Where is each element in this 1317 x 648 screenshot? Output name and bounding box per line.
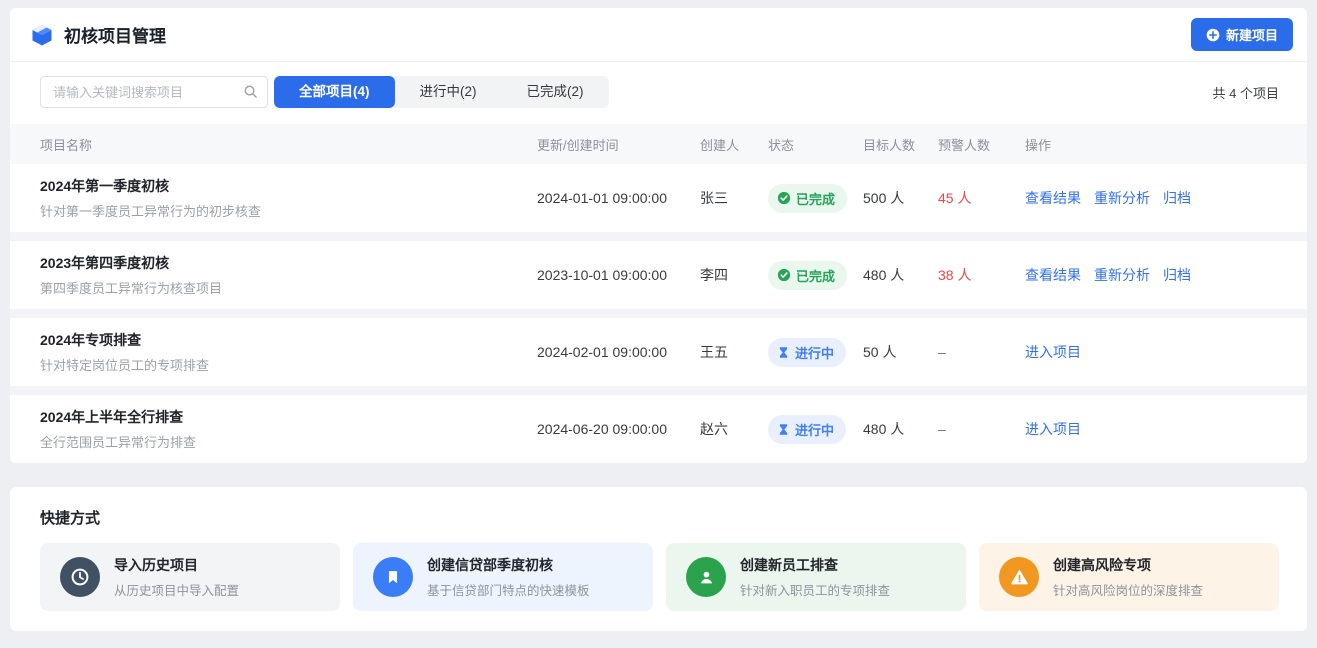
project-description: 针对第一季度员工异常行为的初步核查: [40, 201, 537, 220]
status-badge: 已完成: [768, 184, 847, 213]
project-name: 2024年第一季度初核: [40, 176, 537, 196]
project-creator: 张三: [700, 188, 768, 208]
project-creator: 李四: [700, 265, 768, 285]
shortcut-import-history[interactable]: 导入历史项目 从历史项目中导入配置: [40, 543, 340, 611]
bookmark-icon: [373, 557, 413, 597]
target-count: 480 人: [863, 419, 938, 439]
project-description: 针对特定岗位员工的专项排查: [40, 355, 537, 374]
warning-count: 45 人: [938, 188, 1025, 208]
shortcut-cards: 导入历史项目 从历史项目中导入配置 创建信贷部季度初核 基于信贷部门特点的快速模…: [40, 543, 1279, 611]
reanalyze-link[interactable]: 重新分析: [1094, 190, 1150, 206]
search-input[interactable]: [40, 76, 268, 108]
hourglass-icon: [777, 346, 790, 359]
shortcut-card-description: 从历史项目中导入配置: [114, 580, 239, 599]
project-name: 2023年第四季度初核: [40, 253, 537, 273]
toolbar: 全部项目(4) 进行中(2) 已完成(2) 共 4 个项目: [10, 62, 1307, 124]
search-icon: [243, 84, 258, 99]
warning-icon: [999, 557, 1039, 597]
project-total-count: 共 4 个项目: [1213, 83, 1279, 102]
enter-project-link[interactable]: 进入项目: [1025, 421, 1081, 437]
status-badge: 进行中: [768, 415, 846, 444]
status-label: 已完成: [796, 189, 835, 208]
page: 初核项目管理 新建项目: [0, 0, 1317, 648]
search-box: [40, 76, 268, 108]
column-status: 状态: [768, 135, 863, 154]
shortcuts-panel: 快捷方式 导入历史项目 从历史项目中导入配置: [10, 487, 1307, 631]
shortcuts-title: 快捷方式: [40, 507, 1279, 528]
project-time: 2024-06-20 09:00:00: [537, 421, 700, 437]
shortcut-card-title: 导入历史项目: [114, 555, 239, 575]
shortcut-create-high-risk-special[interactable]: 创建高风险专项 针对高风险岗位的深度排查: [979, 543, 1279, 611]
project-name: 2024年上半年全行排查: [40, 407, 537, 427]
project-description: 全行范围员工异常行为排查: [40, 432, 537, 451]
table-row: 2024年上半年全行排查 全行范围员工异常行为排查 2024-06-20 09:…: [10, 395, 1307, 463]
status-badge: 进行中: [768, 338, 846, 367]
target-count: 480 人: [863, 265, 938, 285]
new-project-button[interactable]: 新建项目: [1191, 18, 1293, 51]
column-target-count: 目标人数: [863, 135, 938, 154]
row-divider: [10, 232, 1307, 241]
column-project-name: 项目名称: [40, 135, 537, 154]
column-actions: 操作: [1025, 135, 1277, 154]
shortcut-card-description: 针对高风险岗位的深度排查: [1053, 580, 1203, 599]
view-results-link[interactable]: 查看结果: [1025, 267, 1081, 283]
reanalyze-link[interactable]: 重新分析: [1094, 267, 1150, 283]
page-header: 初核项目管理 新建项目: [10, 8, 1307, 62]
status-label: 进行中: [795, 343, 834, 362]
warning-count: –: [938, 421, 1025, 437]
target-count: 50 人: [863, 342, 938, 362]
row-divider: [10, 309, 1307, 318]
project-time: 2024-02-01 09:00:00: [537, 344, 700, 360]
check-circle-icon: [777, 268, 791, 282]
table-row: 2023年第四季度初核 第四季度员工异常行为核查项目 2023-10-01 09…: [10, 241, 1307, 309]
shortcut-create-new-employee-check[interactable]: 创建新员工排查 针对新入职员工的专项排查: [666, 543, 966, 611]
project-description: 第四季度员工异常行为核查项目: [40, 278, 537, 297]
hourglass-icon: [777, 423, 790, 436]
project-time: 2023-10-01 09:00:00: [537, 267, 700, 283]
page-title: 初核项目管理: [64, 22, 166, 47]
project-creator: 赵六: [700, 419, 768, 439]
status-badge: 已完成: [768, 261, 847, 290]
project-time: 2024-01-01 09:00:00: [537, 190, 700, 206]
tab-all-projects[interactable]: 全部项目(4): [274, 76, 395, 108]
plus-circle-icon: [1206, 28, 1220, 42]
tab-in-progress[interactable]: 进行中(2): [395, 76, 502, 108]
column-update-time: 更新/创建时间: [537, 135, 700, 154]
clock-icon: [60, 557, 100, 597]
archive-link[interactable]: 归档: [1163, 267, 1191, 283]
row-divider: [10, 386, 1307, 395]
table-row: 2024年专项排查 针对特定岗位员工的专项排查 2024-02-01 09:00…: [10, 318, 1307, 386]
table-row: 2024年第一季度初核 针对第一季度员工异常行为的初步核查 2024-01-01…: [10, 164, 1307, 232]
project-name: 2024年专项排查: [40, 330, 537, 350]
warning-count: –: [938, 344, 1025, 360]
shortcut-card-title: 创建新员工排查: [740, 555, 890, 575]
project-creator: 王五: [700, 342, 768, 362]
status-label: 进行中: [795, 420, 834, 439]
shortcut-card-description: 基于信贷部门特点的快速模板: [427, 580, 590, 599]
project-management-panel: 初核项目管理 新建项目: [10, 8, 1307, 463]
shortcut-card-title: 创建信贷部季度初核: [427, 555, 590, 575]
shortcut-create-credit-review[interactable]: 创建信贷部季度初核 基于信贷部门特点的快速模板: [353, 543, 653, 611]
shortcut-card-description: 针对新入职员工的专项排查: [740, 580, 890, 599]
status-label: 已完成: [796, 266, 835, 285]
warning-count: 38 人: [938, 265, 1025, 285]
archive-link[interactable]: 归档: [1163, 190, 1191, 206]
target-count: 500 人: [863, 188, 938, 208]
tab-completed[interactable]: 已完成(2): [502, 76, 609, 108]
shortcut-card-title: 创建高风险专项: [1053, 555, 1203, 575]
filter-tabs: 全部项目(4) 进行中(2) 已完成(2): [274, 76, 609, 108]
cube-icon: [30, 23, 54, 47]
column-warning-count: 预警人数: [938, 135, 1025, 154]
enter-project-link[interactable]: 进入项目: [1025, 344, 1081, 360]
view-results-link[interactable]: 查看结果: [1025, 190, 1081, 206]
table-header: 项目名称 更新/创建时间 创建人 状态 目标人数 预警人数 操作: [10, 124, 1307, 164]
person-icon: [686, 557, 726, 597]
column-creator: 创建人: [700, 135, 768, 154]
check-circle-icon: [777, 191, 791, 205]
